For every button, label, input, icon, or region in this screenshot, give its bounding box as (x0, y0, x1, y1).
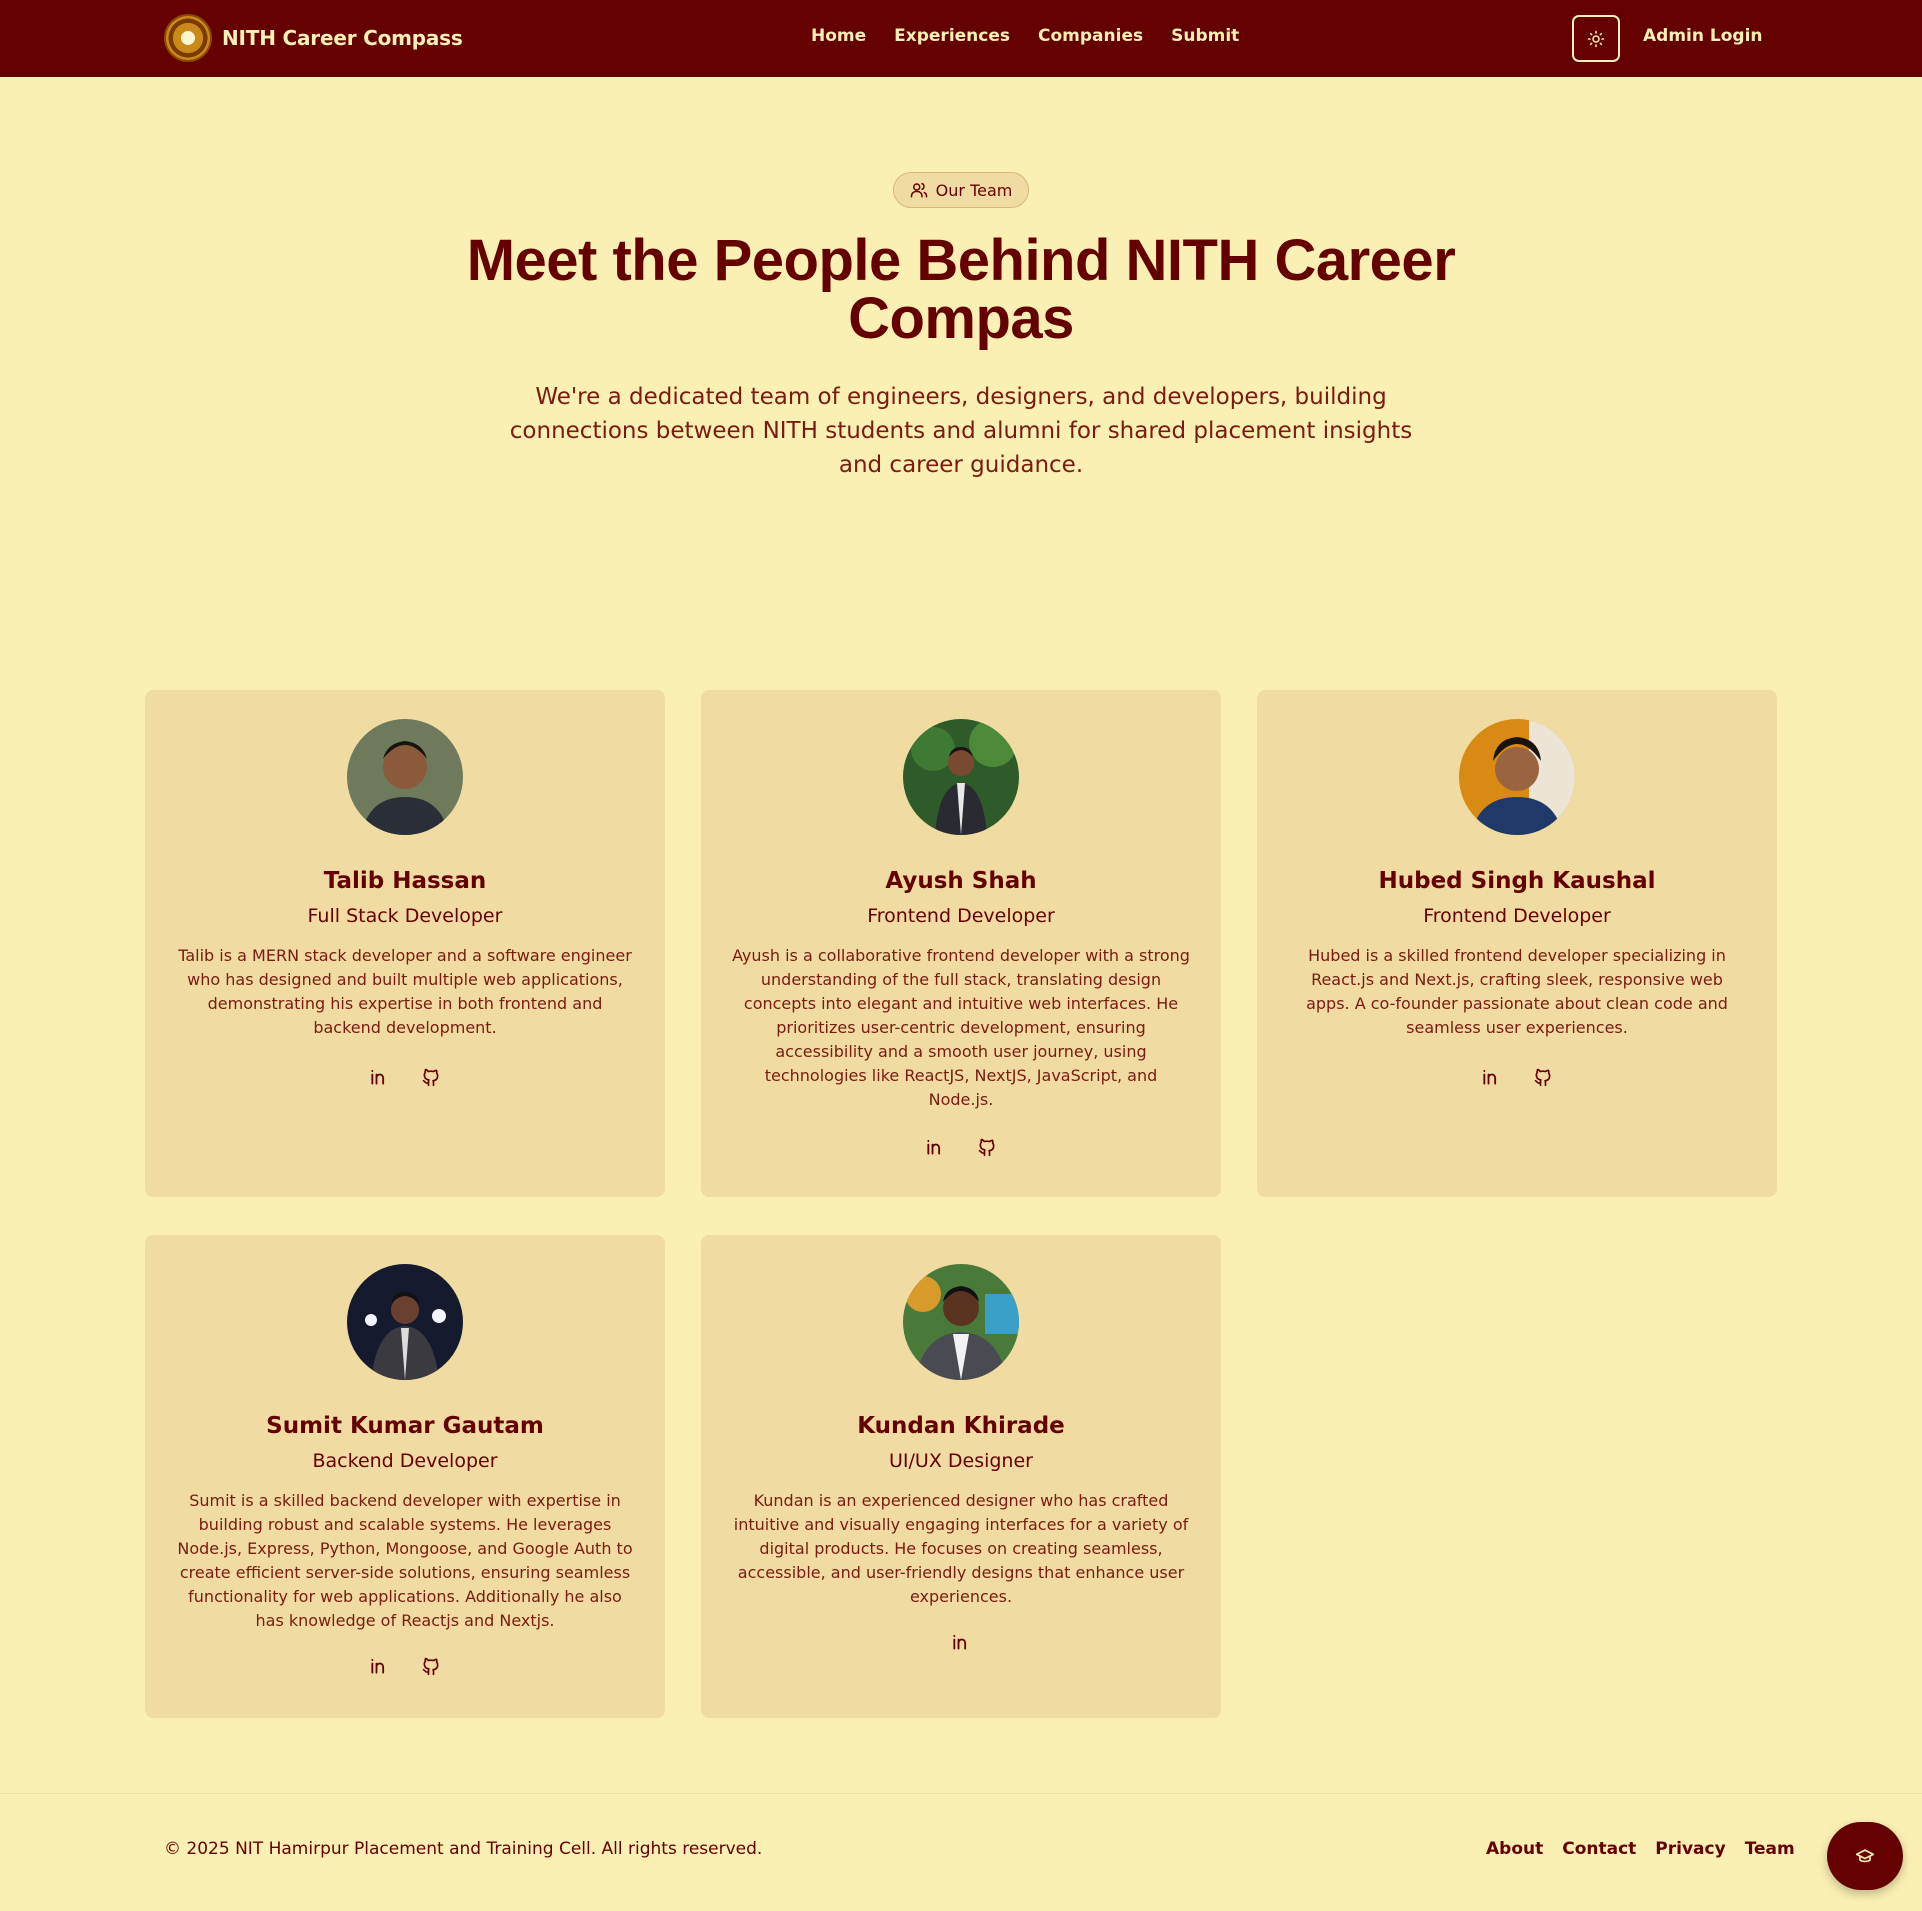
team-card: Kundan Khirade UI/UX Designer Kundan is … (701, 1235, 1221, 1718)
avatar (347, 1264, 463, 1380)
nav-experiences-link[interactable]: Experiences (894, 26, 1010, 46)
floating-action-button[interactable] (1827, 1822, 1903, 1890)
linkedin-icon[interactable] (924, 1136, 946, 1158)
linkedin-icon[interactable] (950, 1631, 972, 1653)
sun-icon (1587, 30, 1605, 47)
member-name: Kundan Khirade (857, 1413, 1065, 1439)
github-icon[interactable] (420, 1066, 442, 1088)
theme-toggle-button[interactable] (1572, 15, 1620, 62)
footer-about-link[interactable]: About (1486, 1839, 1543, 1859)
team-card: Sumit Kumar Gautam Backend Developer Sum… (145, 1235, 665, 1718)
footer-team-link[interactable]: Team (1745, 1839, 1795, 1859)
page-title: Meet the People Behind NITH Career Compa… (466, 228, 1456, 351)
member-bio: Kundan is an experienced designer who ha… (733, 1491, 1189, 1606)
avatar (1459, 719, 1575, 835)
team-card: Talib Hassan Full Stack Developer Talib … (145, 690, 665, 1197)
footer-divider (0, 1793, 1922, 1794)
team-card: Ayush Shah Frontend Developer Ayush is a… (701, 690, 1221, 1197)
linkedin-icon[interactable] (1480, 1066, 1502, 1088)
member-bio: Sumit is a skilled backend developer wit… (177, 1491, 633, 1630)
social-links (1257, 1066, 1777, 1088)
users-icon (910, 182, 927, 198)
social-links (701, 1136, 1221, 1158)
graduation-cap-icon (1855, 1849, 1875, 1863)
our-team-badge: Our Team (893, 172, 1029, 208)
member-role: Frontend Developer (1423, 905, 1611, 927)
nav-home-link[interactable]: Home (811, 26, 866, 46)
page-subtitle: We're a dedicated team of engineers, des… (509, 384, 1413, 478)
avatar (903, 719, 1019, 835)
linkedin-icon[interactable] (368, 1066, 390, 1088)
social-links (701, 1631, 1221, 1653)
member-role: Backend Developer (312, 1450, 498, 1472)
social-links (145, 1655, 665, 1677)
copyright-text: © 2025 NIT Hamirpur Placement and Traini… (164, 1839, 763, 1859)
footer-contact-link[interactable]: Contact (1562, 1839, 1636, 1859)
member-bio: Ayush is a collaborative frontend develo… (732, 946, 1190, 1109)
nav-links: Home Experiences Companies Submit (811, 26, 1239, 46)
avatar (903, 1264, 1019, 1380)
github-icon[interactable] (1532, 1066, 1554, 1088)
member-role: Full Stack Developer (307, 905, 503, 927)
nav-companies-link[interactable]: Companies (1038, 26, 1143, 46)
avatar (347, 719, 463, 835)
brand[interactable]: NITH Career Compass (164, 14, 463, 62)
social-links (145, 1066, 665, 1088)
team-card: Hubed Singh Kaushal Frontend Developer H… (1257, 690, 1777, 1197)
member-role: UI/UX Designer (889, 1450, 1033, 1472)
member-role: Frontend Developer (867, 905, 1055, 927)
linkedin-icon[interactable] (368, 1655, 390, 1677)
footer-privacy-link[interactable]: Privacy (1655, 1839, 1725, 1859)
badge-label: Our Team (935, 180, 1013, 200)
github-icon[interactable] (420, 1655, 442, 1677)
github-icon[interactable] (976, 1136, 998, 1158)
admin-login-link[interactable]: Admin Login (1643, 26, 1763, 46)
member-name: Hubed Singh Kaushal (1378, 868, 1656, 894)
member-name: Ayush Shah (885, 868, 1037, 894)
member-bio: Talib is a MERN stack developer and a so… (178, 946, 632, 1037)
nav-submit-link[interactable]: Submit (1171, 26, 1239, 46)
navbar: NITH Career Compass Home Experiences Com… (0, 0, 1922, 77)
member-name: Sumit Kumar Gautam (266, 1413, 544, 1439)
nith-logo (164, 14, 212, 62)
footer-links: About Contact Privacy Team (1486, 1839, 1795, 1859)
brand-name: NITH Career Compass (222, 26, 463, 50)
member-name: Talib Hassan (323, 868, 487, 894)
member-bio: Hubed is a skilled frontend developer sp… (1306, 946, 1728, 1037)
